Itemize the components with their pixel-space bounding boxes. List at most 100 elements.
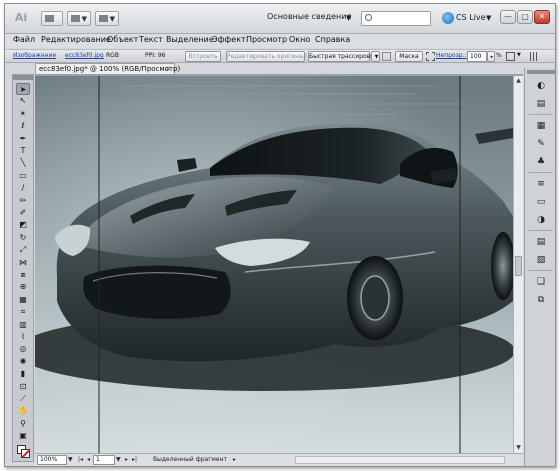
line-segment-icon[interactable]: ╲: [16, 157, 30, 169]
stroke-icon[interactable]: ≡: [535, 178, 547, 190]
opacity-dropdown[interactable]: ▸: [487, 51, 495, 62]
slice-icon[interactable]: ⟋: [16, 393, 30, 405]
opacity-input[interactable]: 100: [467, 51, 487, 62]
mesh-icon[interactable]: ⌗: [16, 306, 30, 318]
color-panel-icon[interactable]: ◐: [535, 80, 547, 92]
rotate-icon[interactable]: ↻: [16, 232, 30, 244]
screen-mode-button[interactable]: ▼: [95, 11, 119, 26]
lasso-icon[interactable]: ℓ: [16, 120, 30, 132]
graphic-styles-icon[interactable]: ▧: [535, 254, 547, 266]
scroll-thumb[interactable]: [515, 256, 522, 276]
paintbrush-icon[interactable]: ∕: [16, 182, 30, 194]
transparency-icon[interactable]: ◑: [535, 214, 547, 226]
artboard-canvas[interactable]: [35, 76, 513, 453]
symbol-sprayer-icon[interactable]: ✺: [16, 356, 30, 368]
gradient-icon[interactable]: ▥: [16, 319, 30, 331]
layers-icon[interactable]: ❏: [535, 276, 547, 288]
swatches-icon[interactable]: ▦: [535, 120, 547, 132]
menu-file[interactable]: Файл: [13, 35, 35, 44]
fill-stroke-swatch[interactable]: [17, 445, 30, 458]
eyedropper-icon[interactable]: ⌇: [16, 331, 30, 343]
zoom-field[interactable]: 100%: [37, 455, 67, 465]
type-icon[interactable]: T: [16, 145, 30, 157]
mask-button[interactable]: Маска: [395, 51, 423, 62]
status-selection-text: Выделенный фрагмент: [153, 456, 228, 463]
embed-button[interactable]: Встроить: [185, 51, 221, 62]
cs-live-icon[interactable]: [442, 12, 454, 24]
width-tool-icon[interactable]: ⋈: [16, 257, 30, 269]
arrange-documents-button[interactable]: ▼: [67, 11, 91, 26]
live-trace-button[interactable]: Быстрая трассировка: [308, 51, 377, 62]
help-search-input[interactable]: [361, 11, 431, 26]
appearance-icon[interactable]: ▤: [535, 236, 547, 248]
tracing-options-icon[interactable]: [382, 52, 391, 61]
scroll-down-icon[interactable]: ▼: [515, 444, 522, 452]
artboards-icon[interactable]: ⧉: [535, 294, 547, 306]
eraser-icon[interactable]: ◩: [16, 219, 30, 231]
zoom-icon[interactable]: ⚲: [16, 418, 30, 430]
page-field[interactable]: 1: [93, 455, 115, 465]
chevron-down-icon[interactable]: ▼: [116, 456, 121, 463]
chevron-right-icon[interactable]: ▸: [233, 456, 236, 463]
file-link[interactable]: ecc83ef0.jpg: [65, 52, 104, 59]
scale-icon[interactable]: ⤢: [16, 244, 30, 256]
trace-presets-button[interactable]: ▼: [371, 51, 380, 62]
arrange-documents-icon: [71, 15, 80, 22]
screen-mode-icon[interactable]: ▣: [16, 430, 30, 442]
menu-window[interactable]: Окно: [289, 35, 310, 44]
menu-select[interactable]: Выделение: [166, 35, 214, 44]
artboard-icon[interactable]: ⊡: [16, 381, 30, 393]
shape-builder-icon[interactable]: ⊕: [16, 281, 30, 293]
menu-type[interactable]: Текст: [139, 35, 163, 44]
align-icon[interactable]: [506, 52, 515, 61]
free-transform-icon[interactable]: ⧈: [16, 269, 30, 281]
chevron-down-icon[interactable]: ▼: [346, 14, 351, 22]
next-page-icon[interactable]: ▸: [125, 456, 128, 463]
document-tab-title: ecc83ef0.jpg* @ 100% (RGB/Просмотр): [39, 65, 181, 73]
pen-icon[interactable]: ✒: [16, 133, 30, 145]
hand-icon[interactable]: ✋: [16, 405, 30, 417]
first-page-icon[interactable]: |◂: [78, 456, 83, 463]
perspective-grid-icon[interactable]: ▦: [16, 294, 30, 306]
scroll-up-icon[interactable]: ▲: [515, 77, 522, 85]
chevron-right-icon: ▸: [490, 54, 494, 60]
color-guide-icon[interactable]: ▤: [535, 98, 547, 110]
blend-icon[interactable]: ◎: [16, 343, 30, 355]
menu-view[interactable]: Просмотр: [246, 35, 287, 44]
last-page-icon[interactable]: ▸|: [132, 456, 137, 463]
maximize-button[interactable]: ▢: [517, 10, 533, 24]
dock-grip[interactable]: [527, 70, 555, 74]
symbols-icon[interactable]: ♣: [535, 156, 547, 168]
isolate-icon[interactable]: [426, 52, 435, 61]
brushes-icon[interactable]: ✎: [535, 138, 547, 150]
panel-menu-icon[interactable]: [530, 52, 539, 61]
selection-arrow-icon[interactable]: ➤: [16, 83, 30, 95]
edit-original-button[interactable]: Редактировать оригинал: [226, 51, 307, 62]
rectangle-icon[interactable]: ▭: [16, 170, 30, 182]
cs-live-label[interactable]: CS Live: [456, 13, 486, 22]
menu-effect[interactable]: Эффект: [212, 35, 246, 44]
opacity-link[interactable]: Непрозр.:: [436, 52, 467, 59]
blob-brush-icon[interactable]: ✐: [16, 207, 30, 219]
magic-wand-icon[interactable]: ✴: [16, 108, 30, 120]
column-graph-icon[interactable]: ▮: [16, 368, 30, 380]
chevron-down-icon[interactable]: ▼: [517, 52, 521, 58]
horizontal-scrollbar[interactable]: [295, 456, 505, 464]
close-button[interactable]: ✕: [534, 10, 550, 24]
panel-grip[interactable]: [13, 75, 33, 80]
minimize-button[interactable]: —: [500, 10, 516, 24]
menu-object[interactable]: Объект: [107, 35, 138, 44]
tools-panel: ➤ ↖ ✴ ℓ ✒ T ╲ ▭ ∕ ✏ ✐ ◩ ↻ ⤢ ⋈ ⧈ ⊕ ▦ ⌗ ▥ ⌇ ◎ ✺ ▮ ⊡ ⟋ ✋ ⚲ ▣: [12, 74, 34, 462]
pencil-icon[interactable]: ✏: [16, 195, 30, 207]
gradient-panel-icon[interactable]: ▭: [535, 196, 547, 208]
vertical-scrollbar[interactable]: ▲ ▼: [513, 76, 523, 453]
chevron-down-icon[interactable]: ▼: [68, 456, 73, 463]
previous-page-icon[interactable]: ◂: [87, 456, 90, 463]
menu-edit[interactable]: Редактирование: [41, 35, 111, 44]
bridge-button[interactable]: [41, 11, 63, 26]
direct-selection-icon[interactable]: ↖: [16, 95, 30, 107]
menu-help[interactable]: Справка: [315, 35, 350, 44]
image-link[interactable]: Изображение: [13, 52, 56, 59]
chevron-down-icon[interactable]: ▼: [486, 14, 491, 22]
workspace-switcher[interactable]: Основные сведения: [267, 12, 351, 21]
